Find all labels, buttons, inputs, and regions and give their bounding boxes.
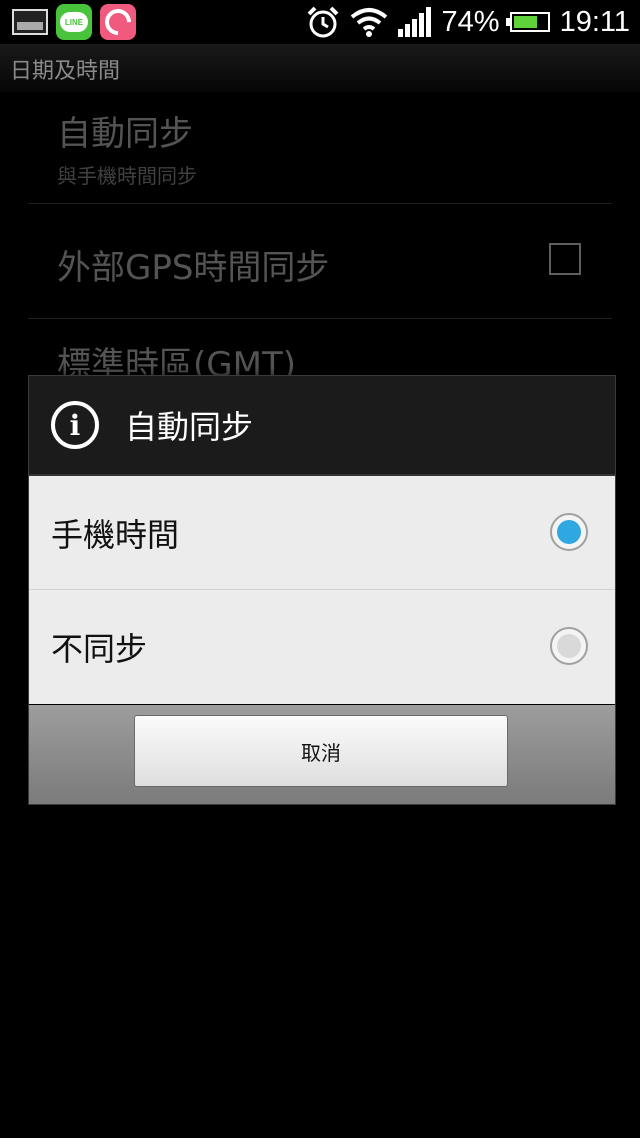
dialog-title: 自動同步 (125, 408, 254, 446)
line-app-label: LINE (60, 12, 88, 32)
auto-sync-dialog: i 自動同步 手機時間 不同步 取消 (28, 375, 616, 805)
option-label: 不同步 (51, 630, 148, 668)
setting-gps-sync[interactable]: 外部GPS時間同步 (0, 204, 640, 317)
radio-button-selected[interactable] (550, 513, 588, 551)
notification-icons: LINE (12, 3, 137, 41)
image-notification-icon (12, 9, 48, 35)
dialog-options: 手機時間 不同步 (29, 476, 615, 704)
c-app-icon (99, 3, 137, 41)
clock: 19:11 (559, 5, 630, 38)
info-icon: i (51, 401, 99, 449)
wifi-icon (350, 8, 387, 37)
battery-icon (505, 12, 550, 32)
setting-auto-sync-title: 自動同步 (57, 114, 193, 154)
option-phone-time[interactable]: 手機時間 (29, 476, 615, 590)
cancel-button[interactable]: 取消 (134, 715, 508, 787)
line-app-icon: LINE (56, 4, 92, 40)
option-no-sync[interactable]: 不同步 (29, 590, 615, 704)
dialog-footer: 取消 (29, 705, 615, 804)
status-bar: LINE 74% 19:11 (0, 0, 640, 44)
radio-button-unselected[interactable] (550, 627, 588, 665)
battery-percent: 74% (441, 5, 500, 38)
gps-sync-checkbox[interactable] (549, 243, 581, 275)
dialog-header: i 自動同步 (29, 376, 615, 476)
battery-fill (513, 16, 538, 28)
alarm-icon (307, 6, 338, 38)
setting-timezone[interactable]: 標準時區(GMT) (0, 319, 640, 385)
page-title: 日期及時間 (10, 59, 121, 84)
setting-auto-sync-subtitle: 與手機時間同步 (57, 164, 197, 188)
setting-gps-sync-title: 外部GPS時間同步 (57, 248, 330, 288)
system-icons: 74% 19:11 (306, 5, 630, 39)
signal-icon (397, 7, 431, 37)
app-header: 日期及時間 (0, 44, 640, 92)
option-label: 手機時間 (51, 515, 180, 554)
setting-auto-sync[interactable]: 自動同步 與手機時間同步 (0, 92, 640, 202)
